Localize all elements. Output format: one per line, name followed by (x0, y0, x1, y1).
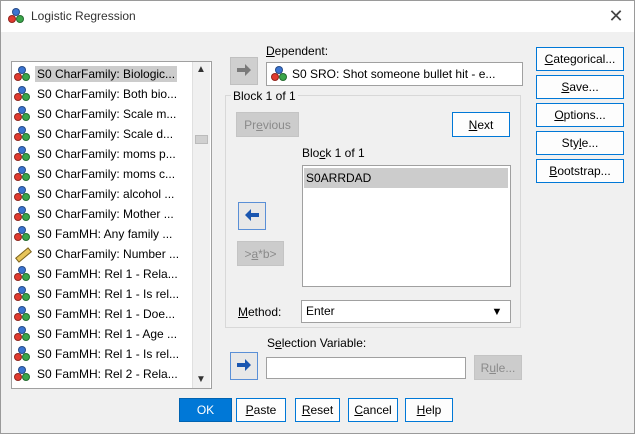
variable-list-scrollbar[interactable] (192, 62, 210, 388)
nominal-icon (14, 366, 32, 382)
variable-list-item[interactable]: S0 CharFamily: Both bio... (14, 84, 194, 104)
variable-label: S0 CharFamily: Scale m... (37, 107, 177, 121)
nominal-icon (14, 166, 32, 182)
nominal-icon (14, 86, 32, 102)
variable-list-item[interactable]: S0 CharFamily: Scale d... (14, 124, 194, 144)
nominal-icon (14, 306, 32, 322)
variable-list-item[interactable]: S0 CharFamily: Scale m... (14, 104, 194, 124)
options-button[interactable]: Options... (536, 103, 624, 127)
interaction-button[interactable]: > a *b> (237, 241, 284, 266)
nominal-icon (14, 286, 32, 302)
variable-label: S0 CharFamily: Scale d... (37, 127, 174, 141)
chevron-down-icon[interactable]: ▼ (490, 305, 504, 319)
covariate-item[interactable]: S0ARRDAD (304, 168, 508, 188)
variable-list[interactable]: S0 CharFamily: Biologic... S0 CharFamily:… (11, 61, 212, 389)
dependent-value: S0 SRO: Shot someone bullet hit - e... (292, 67, 496, 81)
variable-list-item[interactable]: S0 FamMH: Rel 1 - Is rel... (14, 344, 194, 364)
close-icon[interactable]: ✕ (604, 5, 628, 27)
cancel-button[interactable]: Cancel (348, 398, 398, 422)
variable-list-item[interactable]: S0 FamMH: Rel 1 - Doe... (14, 304, 194, 324)
window-title: Logistic Regression (31, 9, 136, 23)
variable-list-item[interactable]: S0 CharFamily: alcohol ... (14, 184, 194, 204)
nominal-icon (14, 346, 32, 362)
variable-list-item[interactable]: S0 FamMH: Any family ... (14, 224, 194, 244)
bootstrap-button[interactable]: Bootstrap... (536, 159, 624, 183)
variable-list-item[interactable]: S0 CharFamily: Mother ... (14, 204, 194, 224)
move-to-selection-button[interactable] (230, 352, 258, 380)
variable-label: S0 FamMH: Rel 1 - Is rel... (37, 287, 180, 301)
nominal-icon (14, 106, 32, 122)
variable-list-item[interactable]: S0 FamMH: Rel 2 - Rela... (14, 364, 194, 384)
nominal-icon (14, 126, 32, 142)
help-button[interactable]: Help (405, 398, 453, 422)
variable-label: S0 FamMH: Rel 1 - Age ... (37, 327, 178, 341)
variable-label: S0 FamMH: Rel 1 - Rela... (37, 267, 178, 281)
scroll-thumb[interactable] (195, 135, 208, 144)
arrow-right-icon (237, 64, 251, 76)
variable-list-item[interactable]: S0 CharFamily: moms p... (14, 144, 194, 164)
scale-ruler-icon (14, 246, 32, 263)
method-label: Method: (238, 305, 282, 319)
nominal-icon (14, 326, 32, 342)
block-subtitle: Block 1 of 1 (302, 146, 365, 160)
move-to-dependent-button[interactable] (230, 57, 258, 85)
variable-label: S0 FamMH: Rel 1 - Doe... (37, 307, 176, 321)
variable-label: S0 CharFamily: Biologic... (35, 66, 178, 82)
scroll-up-icon[interactable]: ▲ (192, 62, 210, 78)
variable-list-item[interactable]: S0 FamMH: Rel 1 - Age ... (14, 324, 194, 344)
variable-label: S0 FamMH: Any family ... (37, 227, 173, 241)
variable-list-item[interactable]: S0 CharFamily: Number ... (14, 244, 194, 264)
nominal-icon (14, 266, 32, 282)
variable-label: S0 CharFamily: Number ... (37, 247, 180, 261)
nominal-icon (271, 66, 289, 82)
nominal-icon (14, 146, 32, 162)
nominal-icon (14, 206, 32, 222)
variable-label: S0 CharFamily: Mother ... (37, 207, 174, 221)
nominal-icon (14, 226, 32, 242)
paste-button[interactable]: Paste (236, 398, 286, 422)
rule-button[interactable]: Ru le... (474, 355, 522, 380)
reset-button[interactable]: Reset (295, 398, 340, 422)
arrow-right-icon (237, 359, 251, 371)
move-to-covariates-button[interactable] (238, 202, 266, 230)
categorical-button[interactable]: Categorical... (536, 47, 624, 71)
variable-label: S0 FamMH: Rel 1 - Is rel... (37, 347, 180, 361)
variable-list-item[interactable]: S0 FamMH: Rel 1 - Is rel... (14, 284, 194, 304)
variable-label: S0 CharFamily: moms c... (37, 167, 176, 181)
app-icon (8, 8, 24, 24)
variable-label: S0 CharFamily: moms p... (37, 147, 176, 161)
ok-button[interactable]: OK (179, 398, 232, 422)
variable-list-item[interactable]: S0 CharFamily: moms c... (14, 164, 194, 184)
selection-variable-field[interactable] (266, 357, 466, 379)
variable-label: S0 CharFamily: alcohol ... (37, 187, 175, 201)
next-button[interactable]: Next (452, 112, 510, 137)
dependent-label: Dependent: (266, 44, 329, 58)
save-button[interactable]: Save... (536, 75, 624, 99)
selection-variable-label: Selection Variable: (267, 336, 367, 350)
previous-button[interactable]: Pr e vious (236, 112, 299, 137)
variable-label: S0 FamMH: Rel 2 - Rela... (37, 367, 178, 381)
variable-list-item[interactable]: S0 CharFamily: Biologic... (14, 64, 194, 84)
block-title: Block 1 of 1 (231, 89, 298, 103)
style-button[interactable]: Sty l e... (536, 131, 624, 155)
variable-label: S0 CharFamily: Both bio... (37, 87, 178, 101)
dependent-field[interactable]: S0 SRO: Shot someone bullet hit - e... (266, 62, 523, 86)
scroll-down-icon[interactable]: ▼ (192, 372, 210, 388)
nominal-icon (14, 186, 32, 202)
arrow-left-icon (245, 209, 259, 221)
method-select[interactable]: Enter (301, 300, 511, 323)
variable-list-item[interactable]: S0 FamMH: Rel 1 - Rela... (14, 264, 194, 284)
nominal-icon (14, 66, 32, 82)
